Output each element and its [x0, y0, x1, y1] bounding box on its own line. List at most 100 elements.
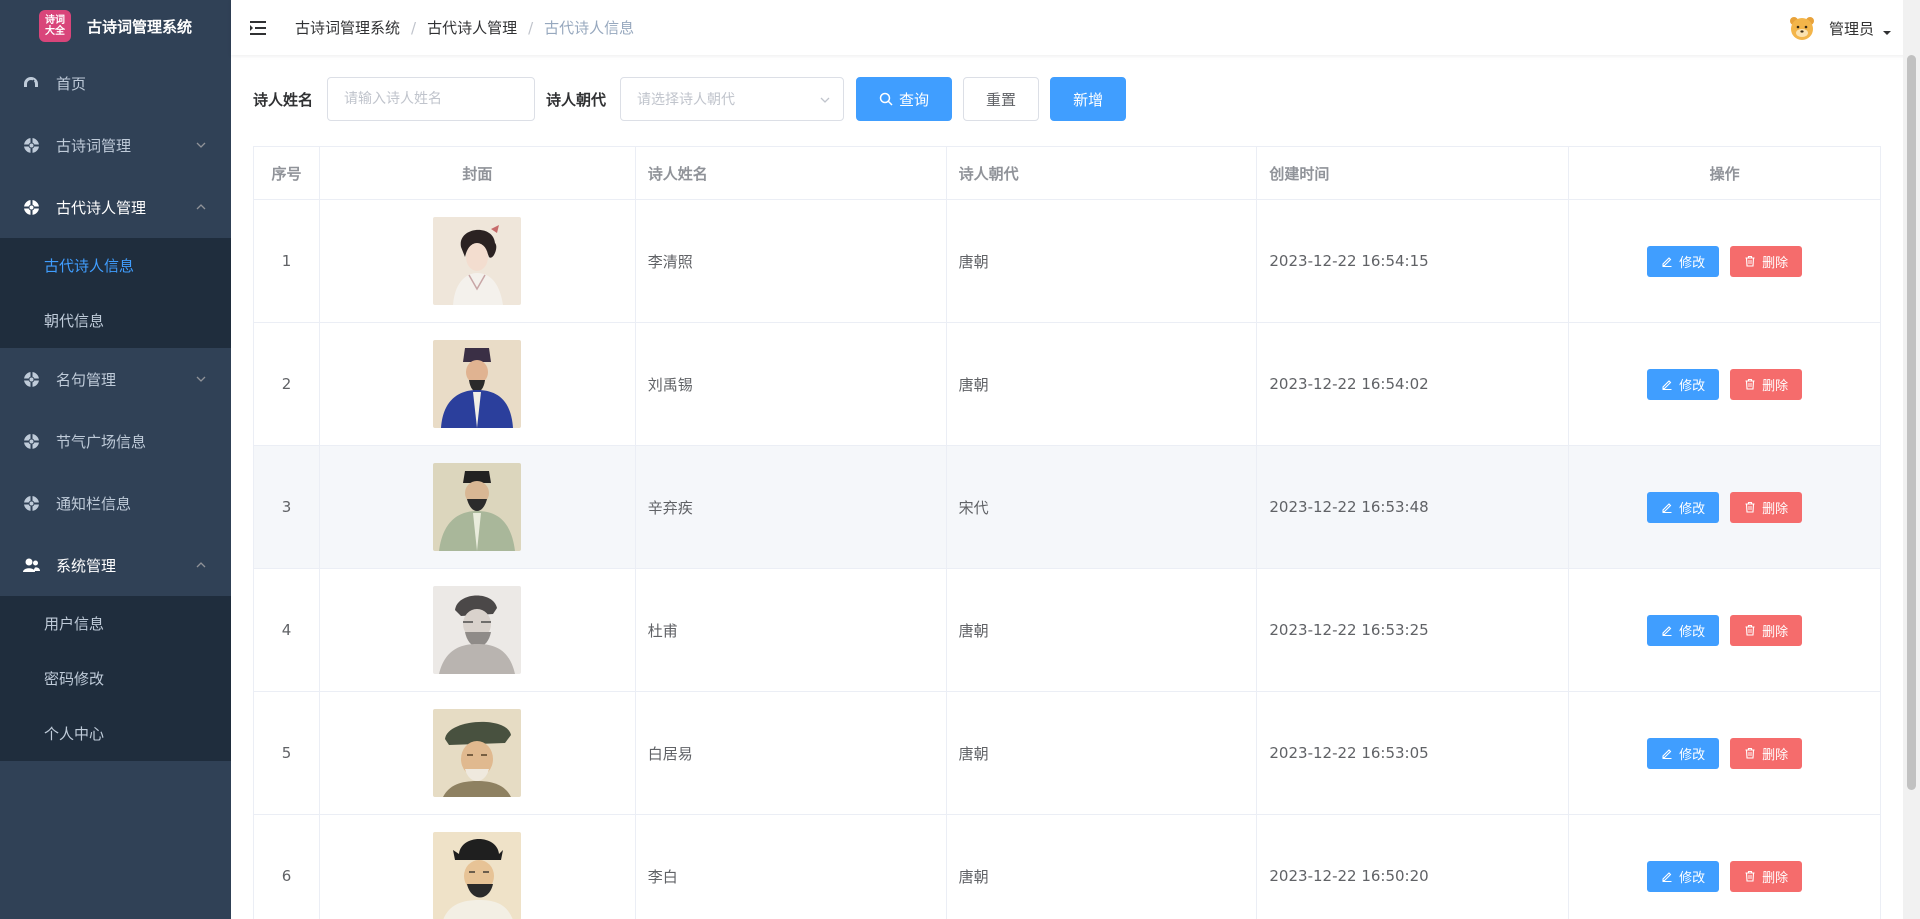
cell-created: 2023-12-22 16:54:15	[1257, 200, 1570, 323]
edit-button[interactable]: 修改	[1647, 860, 1720, 892]
cell-cover	[319, 446, 636, 569]
delete-button[interactable]: 删除	[1730, 368, 1803, 400]
trash-icon	[1745, 255, 1755, 267]
trash-icon	[1745, 378, 1755, 390]
edit-icon	[1662, 503, 1672, 513]
reset-button[interactable]: 重置	[963, 77, 1040, 121]
delete-button[interactable]: 删除	[1730, 860, 1803, 892]
column-header-dynasty: 诗人朝代	[946, 147, 1258, 200]
poet-dynasty-select[interactable]: 请选择诗人朝代	[620, 77, 845, 121]
sidebar-item-poet-mgmt[interactable]: 古代诗人管理	[0, 176, 231, 238]
edit-icon	[1662, 626, 1672, 636]
add-button[interactable]: 新增	[1050, 77, 1127, 121]
cell-name: 杜甫	[635, 569, 947, 692]
cell-created: 2023-12-22 16:50:20	[1257, 815, 1570, 919]
search-form: 诗人姓名 诗人朝代 请选择诗人朝代 查询 重置 新增	[253, 77, 1127, 121]
cell-name: 李白	[636, 815, 947, 919]
poet-portrait[interactable]	[433, 709, 522, 797]
cell-dynasty: 唐朝	[947, 815, 1258, 919]
caret-down-icon	[1883, 31, 1891, 35]
cell-created: 2023-12-22 16:54:02	[1257, 323, 1570, 446]
cell-dynasty: 唐朝	[946, 692, 1258, 815]
lifebuoy-icon	[22, 136, 40, 154]
table-row[interactable]: 5 白居易 唐朝 2023-12-22 16:53:05 修改 删除	[254, 692, 1882, 815]
sidebar-item-system-mgmt[interactable]: 系统管理	[0, 534, 231, 596]
delete-button[interactable]: 删除	[1730, 491, 1803, 523]
query-button[interactable]: 查询	[856, 77, 953, 121]
page-scrollbar[interactable]	[1903, 0, 1920, 919]
edit-icon	[1662, 872, 1672, 882]
edit-button-label: 修改	[1679, 747, 1706, 763]
table-row[interactable]: 3 辛弃疾 宋代 2023-12-22 16:53:48 修改 删除	[254, 446, 1882, 569]
trash-icon	[1745, 870, 1755, 882]
app-logo: 诗词 大全	[39, 10, 71, 42]
table-row[interactable]: 1 李清照 唐朝 2023-12-22 16:54:15 修改 删除	[254, 200, 1882, 323]
cell-dynasty: 唐朝	[946, 200, 1258, 323]
poet-portrait[interactable]	[433, 586, 522, 674]
sidebar-item-user-info[interactable]: 用户信息	[0, 596, 231, 651]
menu-fold-icon[interactable]	[249, 18, 269, 38]
sidebar-item-home[interactable]: 首页	[0, 52, 231, 114]
delete-button[interactable]: 删除	[1730, 614, 1803, 646]
edit-button[interactable]: 修改	[1647, 368, 1720, 400]
cell-actions: 修改 删除	[1569, 569, 1882, 692]
cell-cover	[319, 323, 636, 446]
chevron-down-icon	[196, 376, 206, 382]
app-logo-area[interactable]: 诗词 大全 古诗词管理系统	[0, 0, 231, 52]
trash-icon	[1745, 501, 1755, 513]
query-button-label: 查询	[899, 90, 930, 109]
cell-dynasty: 宋代	[946, 446, 1258, 569]
poet-table: 序号 封面 诗人姓名 诗人朝代 创建时间 操作 1 李清照 唐朝 2023-12…	[253, 146, 1882, 919]
chevron-down-icon	[196, 142, 206, 148]
breadcrumb-current: 古代诗人信息	[544, 19, 635, 37]
edit-button-label: 修改	[1679, 255, 1706, 271]
cell-cover	[319, 692, 636, 815]
sidebar-item-personal-center[interactable]: 个人中心	[0, 706, 231, 761]
cell-cover	[319, 200, 636, 323]
column-header-name: 诗人姓名	[635, 147, 947, 200]
delete-button[interactable]: 删除	[1730, 737, 1803, 769]
app-title: 古诗词管理系统	[87, 17, 193, 36]
delete-button-label: 删除	[1762, 378, 1789, 394]
delete-button-label: 删除	[1762, 870, 1789, 886]
sidebar-label-solar-terms: 节气广场信息	[56, 432, 147, 451]
sidebar-label-notice: 通知栏信息	[56, 494, 132, 513]
cell-name: 刘禹锡	[635, 323, 947, 446]
sidebar: 诗词 大全 古诗词管理系统 首页 古诗词管理 古代诗人管理 古代诗人信息 朝代信…	[0, 0, 231, 919]
sidebar-label-poet-mgmt: 古代诗人管理	[56, 198, 147, 217]
sidebar-item-poetry-mgmt[interactable]: 古诗词管理	[0, 114, 231, 176]
sidebar-item-solar-terms[interactable]: 节气广场信息	[0, 410, 231, 472]
breadcrumb-item[interactable]: 古诗词管理系统	[295, 17, 400, 38]
delete-button[interactable]: 删除	[1730, 245, 1803, 277]
breadcrumb-item[interactable]: 古代诗人管理	[427, 17, 517, 38]
edit-button[interactable]: 修改	[1647, 614, 1720, 646]
sidebar-item-password-change[interactable]: 密码修改	[0, 651, 231, 706]
lifebuoy-icon	[22, 198, 40, 216]
poet-dynasty-placeholder: 请选择诗人朝代	[637, 92, 736, 108]
user-menu[interactable]: 管理员	[1786, 13, 1892, 43]
poet-portrait[interactable]	[433, 832, 522, 919]
edit-button-label: 修改	[1679, 378, 1706, 394]
edit-button[interactable]: 修改	[1647, 737, 1720, 769]
column-header-index: 序号	[254, 147, 320, 200]
sidebar-item-notice[interactable]: 通知栏信息	[0, 472, 231, 534]
sidebar-item-quotes-mgmt[interactable]: 名句管理	[0, 348, 231, 410]
poet-name-input[interactable]	[327, 77, 536, 121]
cell-actions: 修改 删除	[1569, 815, 1882, 919]
poet-portrait[interactable]	[433, 217, 522, 305]
poet-portrait[interactable]	[433, 340, 522, 428]
table-row[interactable]: 4 杜甫 唐朝 2023-12-22 16:53:25 修改 删除	[254, 569, 1882, 692]
table-header-row: 序号 封面 诗人姓名 诗人朝代 创建时间 操作	[254, 147, 1882, 200]
delete-button-label: 删除	[1762, 747, 1789, 763]
table-row[interactable]: 6 李白 唐朝 2023-12-22 16:50:20 修改 删除	[254, 815, 1882, 919]
sidebar-item-dynasty-info[interactable]: 朝代信息	[0, 293, 231, 348]
scrollbar-thumb[interactable]	[1907, 55, 1916, 790]
delete-button-label: 删除	[1762, 501, 1789, 517]
cell-index: 5	[254, 692, 320, 815]
table-row[interactable]: 2 刘禹锡 唐朝 2023-12-22 16:54:02 修改 删除	[254, 323, 1882, 446]
edit-icon	[1662, 380, 1672, 390]
edit-button[interactable]: 修改	[1647, 245, 1720, 277]
poet-portrait[interactable]	[433, 463, 522, 551]
sidebar-item-poet-info[interactable]: 古代诗人信息	[0, 238, 231, 293]
edit-button[interactable]: 修改	[1647, 491, 1720, 523]
